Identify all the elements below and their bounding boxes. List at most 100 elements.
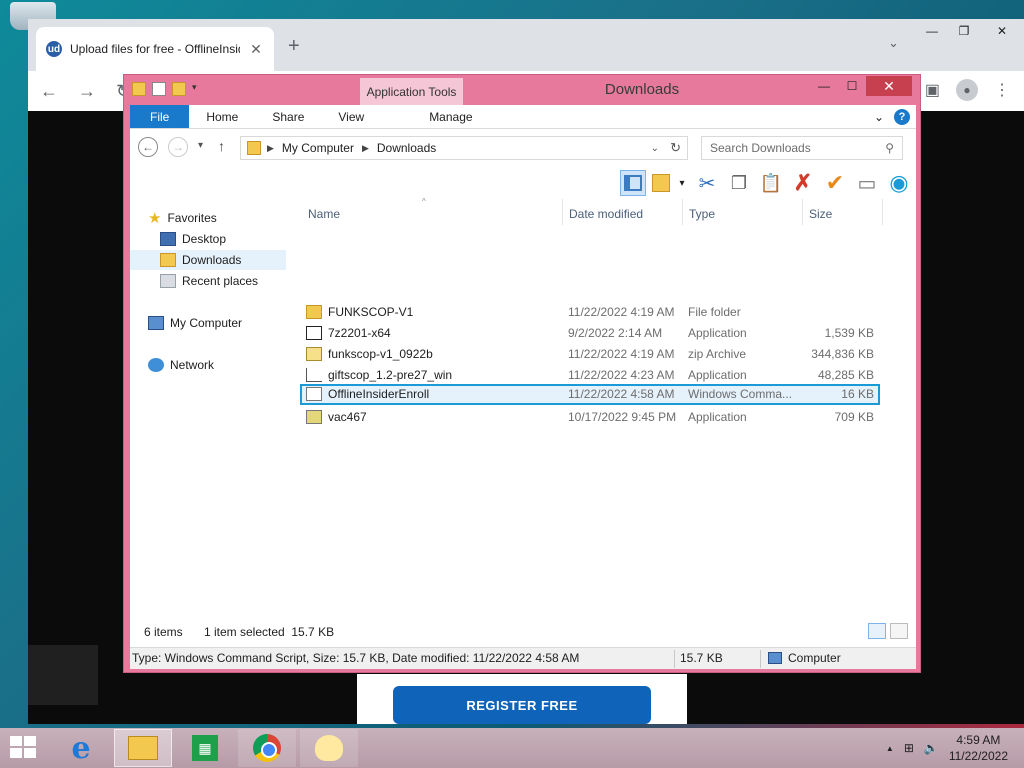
properties-icon[interactable]: ✔ [822, 170, 848, 196]
minimize-button[interactable]: — [810, 76, 838, 96]
breadcrumb-downloads[interactable]: Downloads [377, 141, 436, 155]
tab-close-icon[interactable]: ✕ [248, 41, 264, 58]
tab-search-icon[interactable]: ⌄ [888, 35, 899, 51]
preview-pane-icon[interactable] [620, 170, 646, 196]
tab-view[interactable]: View [321, 105, 381, 128]
internet-explorer-icon: e [71, 730, 91, 766]
new-tab-button[interactable]: + [288, 35, 300, 58]
profile-avatar-icon[interactable]: ● [956, 79, 978, 101]
browser-tab-active[interactable]: ud Upload files for free - OfflineInside… [36, 27, 274, 71]
table-row-selected[interactable]: OfflineInsiderEnroll 11/22/2022 4:58 AM … [300, 384, 880, 405]
column-divider[interactable] [802, 199, 803, 225]
windows-start-icon[interactable] [10, 736, 38, 760]
minimize-button[interactable]: — [916, 19, 948, 43]
divider [760, 650, 761, 668]
properties-icon[interactable] [152, 82, 166, 96]
back-arrow-icon[interactable]: ← [40, 81, 58, 102]
network-icon[interactable]: ⊞ [904, 741, 914, 755]
cmd-script-icon [306, 387, 322, 401]
sidebar-item-desktop[interactable]: Desktop [156, 229, 226, 249]
back-arrow-icon[interactable]: ← [138, 137, 158, 157]
globe-icon[interactable]: ◉ [886, 170, 912, 196]
up-arrow-icon[interactable]: ↑ [218, 138, 225, 154]
copy-icon[interactable]: ❐ [726, 170, 752, 196]
sidebar-item-label: Downloads [182, 253, 242, 267]
forward-arrow-icon[interactable]: → [78, 81, 96, 102]
tab-file[interactable]: File [130, 105, 190, 128]
tab-share[interactable]: Share [255, 105, 321, 128]
side-panel-icon[interactable]: ▣ [925, 80, 940, 100]
application-tools-tab[interactable]: Application Tools [360, 78, 463, 105]
column-divider[interactable] [682, 199, 683, 225]
refresh-icon[interactable]: ↻ [670, 140, 681, 156]
chevron-down-icon[interactable]: ⌄ [651, 143, 659, 154]
search-input[interactable]: Search Downloads ⚲ [701, 136, 903, 160]
tab-manage[interactable]: Manage [399, 105, 502, 128]
sidebar-item-recent-places[interactable]: Recent places [156, 271, 258, 291]
column-header-type[interactable]: Type [689, 203, 715, 225]
taskbar-store[interactable]: ▦ [176, 729, 234, 767]
help-icon[interactable]: ? [894, 108, 910, 125]
table-row[interactable]: 7z2201-x64 9/2/2022 2:14 AM Application … [300, 323, 880, 344]
file-date: 11/22/2022 4:19 AM [568, 305, 675, 319]
chevron-down-icon[interactable]: ▾ [192, 82, 202, 96]
menu-kebab-icon[interactable]: ⋮ [994, 80, 1010, 100]
taskbar-internet-explorer[interactable]: e [52, 729, 110, 767]
show-hidden-icons-icon[interactable]: ▲ [886, 744, 894, 753]
new-folder-icon[interactable] [652, 174, 670, 192]
column-divider[interactable] [882, 199, 883, 225]
navigation-bar: ← → ▾ ↑ ▶ My Computer ▶ Downloads ⌄ ↻ Se… [130, 129, 916, 167]
paste-icon[interactable]: 📋 [758, 170, 784, 196]
maximize-button[interactable]: ❐ [948, 19, 980, 43]
taskbar-misc-app[interactable] [300, 729, 358, 767]
expand-ribbon-icon[interactable]: ⌄ [874, 110, 884, 124]
close-button[interactable]: ✕ [980, 19, 1024, 43]
recent-locations-icon[interactable]: ▾ [198, 140, 203, 151]
column-divider[interactable] [562, 199, 563, 225]
register-free-button[interactable]: REGISTER FREE [393, 686, 651, 724]
chevron-down-icon[interactable]: ▾ [676, 170, 688, 196]
file-date: 11/22/2022 4:23 AM [568, 368, 675, 382]
sidebar-item-network[interactable]: Network [144, 355, 214, 375]
forward-arrow-icon[interactable]: → [168, 137, 188, 157]
large-icons-view-icon[interactable] [890, 623, 908, 639]
folder-icon[interactable] [132, 82, 146, 96]
taskbar-file-explorer[interactable] [114, 729, 172, 767]
table-row[interactable]: vac467 10/17/2022 9:45 PM Application 70… [300, 407, 880, 428]
sidebar-item-favorites[interactable]: ★ Favorites [144, 208, 217, 228]
clock[interactable]: 4:59 AM 11/22/2022 [949, 732, 1008, 764]
table-row[interactable]: giftscop_1.2-pre27_win 11/22/2022 4:23 A… [300, 365, 880, 386]
taskbar-chrome[interactable] [238, 729, 296, 767]
file-date: 11/22/2022 4:19 AM [568, 347, 675, 361]
column-header-size[interactable]: Size [809, 203, 832, 225]
breadcrumb-separator[interactable]: ▶ [267, 143, 274, 154]
column-header-name[interactable]: Name [308, 203, 340, 225]
file-type: zip Archive [688, 347, 747, 361]
file-size-status: 15.7 KB [680, 651, 723, 665]
tab-home[interactable]: Home [189, 105, 255, 128]
details-view-icon[interactable] [868, 623, 886, 639]
address-bar[interactable]: ▶ My Computer ▶ Downloads ⌄ ↻ [240, 136, 688, 160]
clock-date: 11/22/2022 [948, 749, 1008, 763]
table-row[interactable]: funkscop-v1_0922b 11/22/2022 4:19 AM zip… [300, 344, 880, 365]
delete-icon[interactable]: ✗ [790, 170, 816, 196]
folder-icon [306, 305, 322, 319]
volume-icon[interactable]: 🔈 [924, 741, 939, 755]
close-button[interactable]: ✕ [866, 76, 912, 96]
table-row[interactable]: FUNKSCOP-V1 11/22/2022 4:19 AM File fold… [300, 302, 880, 323]
new-folder-icon[interactable] [172, 82, 186, 96]
file-size: 709 KB [834, 410, 874, 424]
file-type: Application [688, 410, 747, 424]
command-toolbar: ▾ ✂ ❐ 📋 ✗ ✔ ▭ ◉ [130, 167, 916, 199]
breadcrumb-my-computer[interactable]: My Computer [282, 141, 354, 155]
breadcrumb-separator[interactable]: ▶ [362, 143, 369, 154]
file-size: 1,539 KB [824, 326, 874, 340]
sidebar-item-my-computer[interactable]: My Computer [144, 313, 242, 333]
sidebar-item-downloads[interactable]: Downloads [130, 250, 286, 270]
browser-tabstrip: ud Upload files for free - OfflineInside… [28, 19, 1024, 71]
rename-icon[interactable]: ▭ [854, 170, 880, 196]
maximize-button[interactable]: ☐ [838, 76, 866, 96]
column-header-date-modified[interactable]: Date modified [569, 203, 643, 225]
file-name: FUNKSCOP-V1 [328, 305, 414, 319]
cut-icon[interactable]: ✂ [694, 170, 720, 196]
